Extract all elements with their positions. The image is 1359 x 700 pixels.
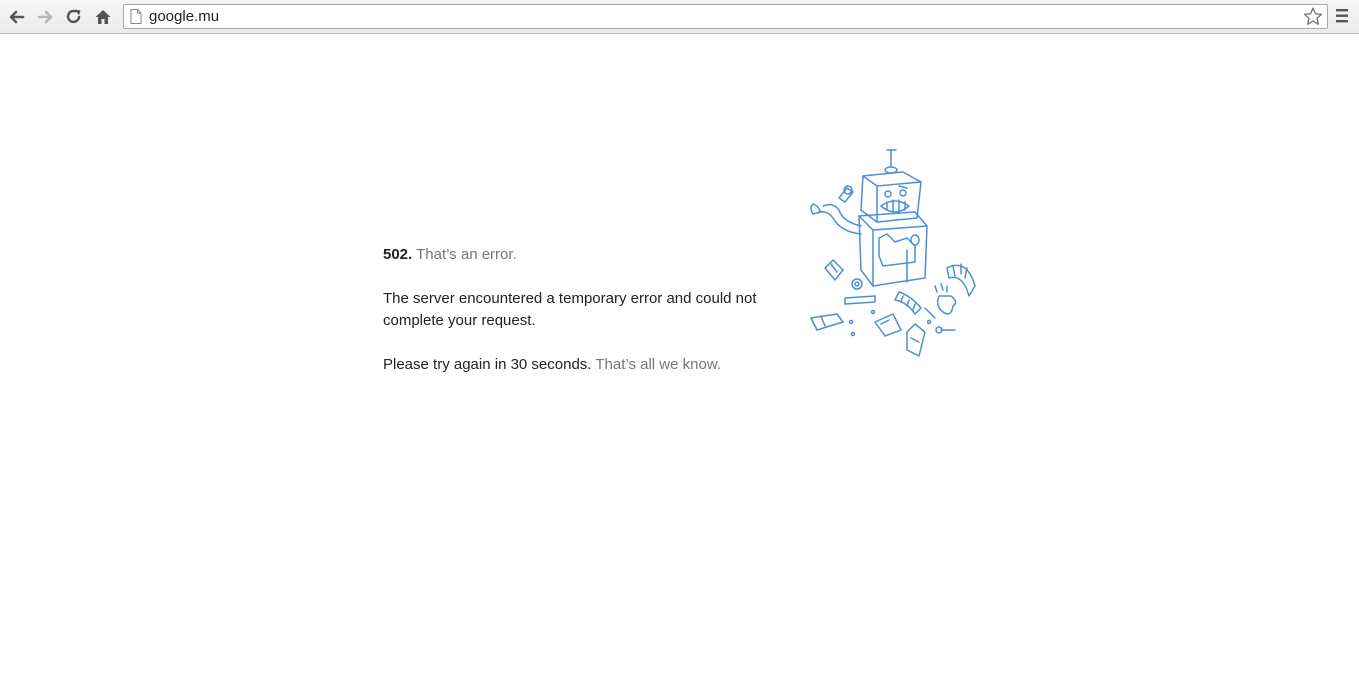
home-icon	[95, 10, 111, 24]
error-content: 502. That’s an error. The server encount…	[383, 244, 763, 398]
error-message: The server encountered a temporary error…	[383, 290, 757, 329]
error-code: 502.	[383, 246, 413, 263]
trailer-text: That’s all we know.	[595, 356, 721, 373]
back-button[interactable]	[4, 4, 30, 30]
back-arrow-icon	[9, 10, 25, 24]
reload-button[interactable]	[61, 4, 87, 30]
forward-button[interactable]	[32, 4, 58, 30]
menu-button[interactable]	[1334, 6, 1350, 31]
page-icon	[130, 9, 142, 24]
star-icon[interactable]	[1303, 7, 1323, 26]
broken-robot-illustration	[810, 149, 976, 357]
home-button[interactable]	[90, 4, 116, 30]
reload-icon	[66, 9, 81, 24]
url-text[interactable]: google.mu	[149, 8, 219, 26]
hamburger-menu-icon	[1336, 9, 1348, 23]
browser-toolbar: google.mu	[0, 0, 1359, 34]
address-bar[interactable]: google.mu	[123, 4, 1328, 29]
error-heading: 502. That’s an error.	[383, 244, 763, 266]
forward-arrow-icon	[37, 10, 53, 24]
error-title: That’s an error.	[416, 246, 517, 263]
retry-text: Please try again in 30 seconds.	[383, 356, 592, 373]
error-retry-line: Please try again in 30 seconds. That’s a…	[383, 354, 763, 376]
